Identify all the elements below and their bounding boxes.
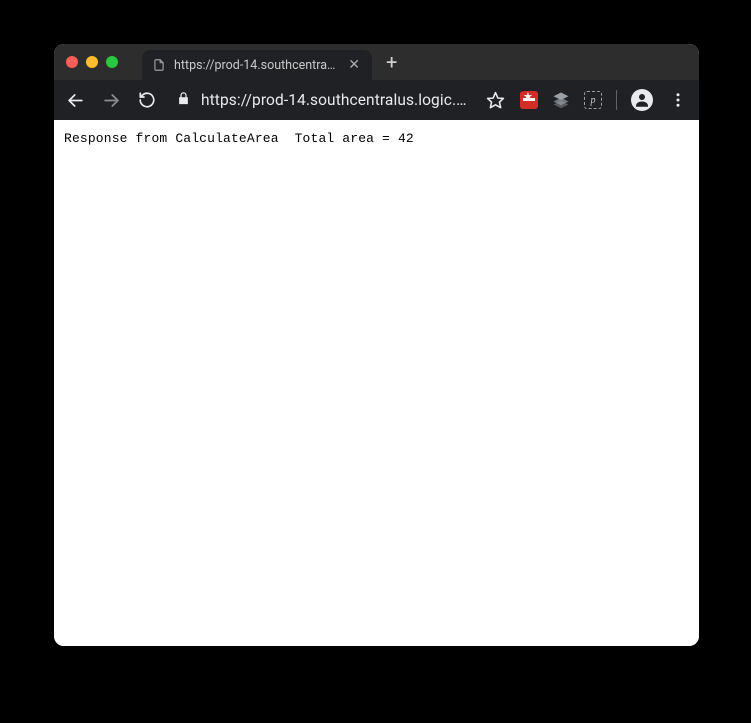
bookmark-star-button[interactable]	[484, 89, 506, 111]
separator	[616, 90, 617, 110]
toolbar: https://prod-14.southcentralus.logic.az.…	[54, 80, 699, 120]
close-tab-button[interactable]: ✕	[346, 57, 362, 73]
address-bar[interactable]: https://prod-14.southcentralus.logic.az.…	[172, 91, 470, 110]
page-content: Response from CalculateArea Total area =…	[54, 120, 699, 646]
kebab-menu-button[interactable]	[667, 89, 689, 111]
titlebar: https://prod-14.southcentralus ✕ +	[54, 44, 699, 80]
tab-title: https://prod-14.southcentralus	[174, 58, 338, 73]
minimize-window-button[interactable]	[86, 56, 98, 68]
extension-lastpass-icon[interactable]	[520, 91, 538, 109]
toolbar-right: p	[484, 89, 689, 111]
new-tab-button[interactable]: +	[380, 52, 403, 72]
forward-button[interactable]	[100, 89, 122, 111]
close-window-button[interactable]	[66, 56, 78, 68]
zoom-window-button[interactable]	[106, 56, 118, 68]
back-button[interactable]	[64, 89, 86, 111]
response-body-text: Response from CalculateArea Total area =…	[64, 131, 689, 146]
lock-icon	[176, 91, 191, 110]
browser-tab[interactable]: https://prod-14.southcentralus ✕	[142, 50, 372, 80]
file-icon	[152, 58, 166, 72]
extension-p-icon[interactable]: p	[584, 91, 602, 109]
window-controls	[66, 56, 118, 68]
extension-buffer-icon[interactable]	[552, 91, 570, 109]
browser-window: https://prod-14.southcentralus ✕ + https…	[54, 44, 699, 646]
url-text: https://prod-14.southcentralus.logic.az.…	[201, 91, 470, 109]
reload-button[interactable]	[136, 89, 158, 111]
profile-avatar-button[interactable]	[631, 89, 653, 111]
